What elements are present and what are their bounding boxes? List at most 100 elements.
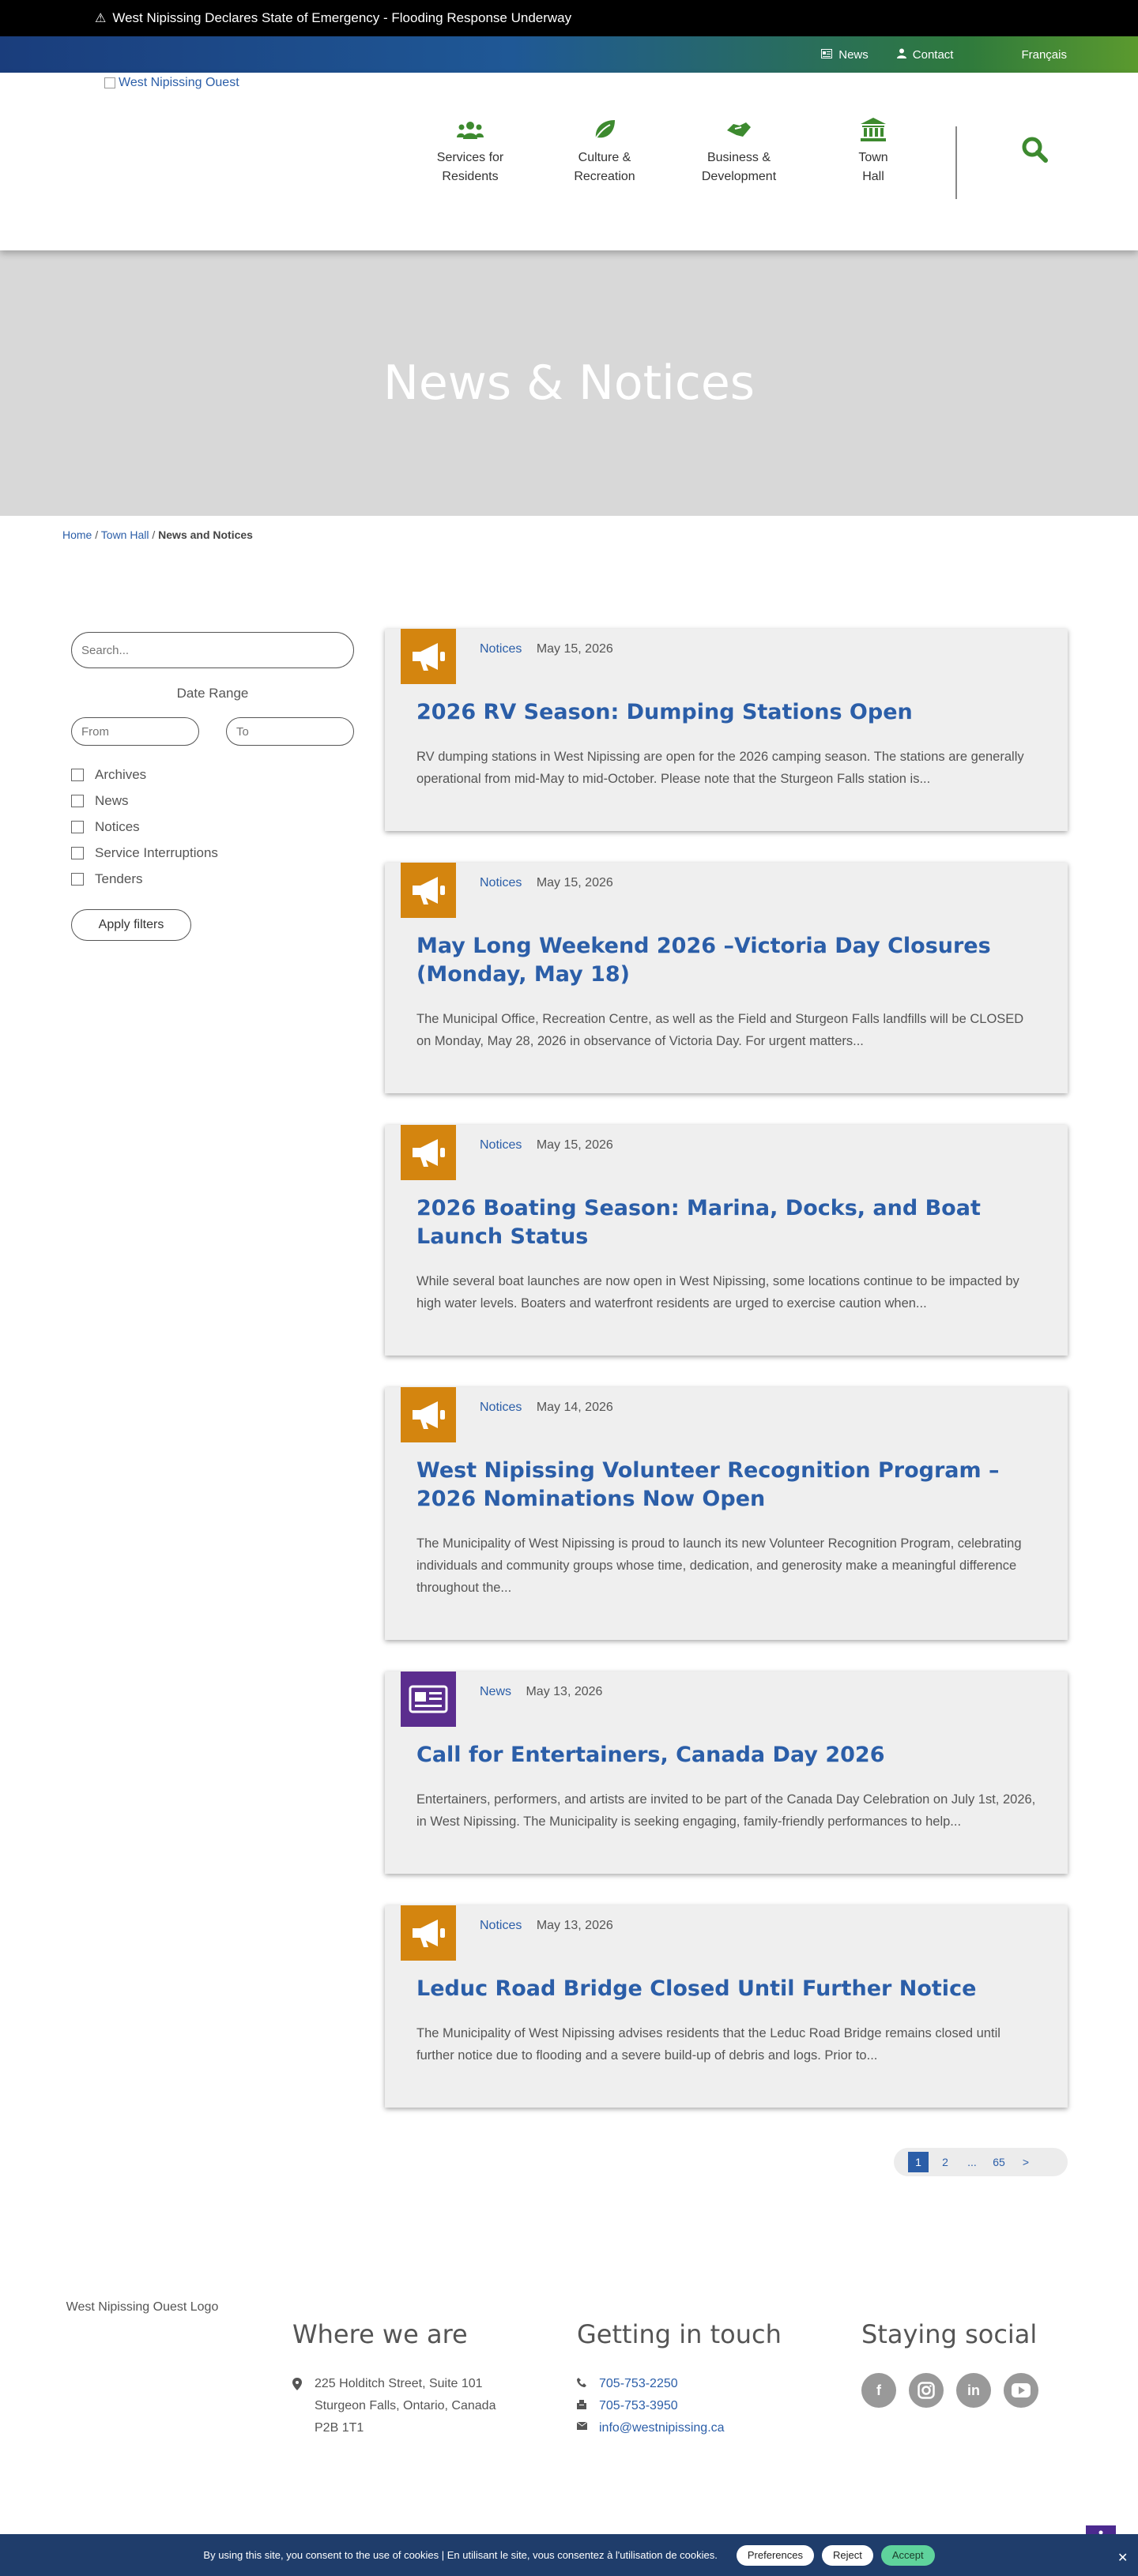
leaf-icon [537,114,672,145]
checkbox[interactable] [71,846,84,859]
cookie-preferences-button[interactable]: Preferences [736,2544,814,2566]
page-hero: News & Notices [0,250,1138,516]
news-card[interactable]: Notices May 15, 2026 2026 Boating Season… [385,1125,1068,1356]
page-2[interactable]: 2 [935,2152,955,2172]
cookie-accept-button[interactable]: Accept [880,2544,935,2566]
cookie-reject-button[interactable]: Reject [821,2544,873,2566]
search-icon [1021,137,1048,166]
alert-text: West Nipissing Declares State of Emergen… [112,10,572,25]
filter-tenders[interactable]: Tenders [71,866,354,892]
card-excerpt: While several boat launches are now open… [416,1274,1019,1311]
utility-bar: News Contact Français [0,36,1138,73]
apply-filters-button[interactable]: Apply filters [71,909,191,941]
category-filters: Archives News Notices Service Interrupti… [71,762,354,892]
card-category[interactable]: Notices [480,1401,522,1414]
card-category[interactable]: Notices [480,642,522,656]
checkbox[interactable] [71,872,84,886]
card-excerpt: RV dumping stations in West Nipissing ar… [416,750,1024,786]
linkedin-icon[interactable]: in [956,2373,991,2408]
breadcrumb-town-hall[interactable]: Town Hall [101,528,149,541]
news-card[interactable]: Notices May 14, 2026 West Nipissing Volu… [385,1387,1068,1640]
date-to-input[interactable] [226,717,354,746]
nav-town-hall[interactable]: Town Hall [806,114,940,186]
broken-image-icon [104,77,115,88]
card-excerpt: Entertainers, performers, and artists ar… [416,1792,1036,1829]
date-from-input[interactable] [71,717,199,746]
people-icon [403,114,537,145]
address-line-2: Sturgeon Falls, Ontario, Canada [315,2399,496,2412]
newspaper-icon [401,1672,456,1727]
instagram-icon[interactable] [909,2373,944,2408]
news-card[interactable]: Notices May 13, 2026 Leduc Road Bridge C… [385,1905,1068,2108]
card-category[interactable]: Notices [480,876,522,889]
search-button[interactable] [1021,136,1048,167]
footer-contact-title: Getting in touch [577,2319,782,2349]
checkbox[interactable] [71,768,84,781]
footer-where-title: Where we are [292,2319,468,2349]
card-meta: News May 13, 2026 [480,1685,602,1699]
phone-icon [577,2373,599,2395]
filter-archives[interactable]: Archives [71,762,354,788]
card-date: May 13, 2026 [536,1919,613,1932]
news-link[interactable]: News [821,48,869,62]
page-last[interactable]: 65 [989,2152,1009,2172]
site-logo[interactable]: West Nipissing Ouest [104,76,239,90]
checkbox[interactable] [71,794,84,807]
filter-service-interruptions[interactable]: Service Interruptions [71,840,354,866]
fax-link[interactable]: 705-753-3950 [599,2395,678,2417]
news-card[interactable]: Notices May 15, 2026 May Long Weekend 20… [385,863,1068,1093]
card-category[interactable]: News [480,1685,511,1698]
card-date: May 15, 2026 [536,1138,613,1152]
language-toggle[interactable]: Français [1021,48,1067,62]
filter-notices[interactable]: Notices [71,814,354,840]
card-meta: Notices May 14, 2026 [480,1401,613,1415]
town-hall-icon [806,114,940,145]
breadcrumb-current: News and Notices [158,528,253,541]
youtube-icon[interactable] [1004,2373,1038,2408]
card-category[interactable]: Notices [480,1138,522,1152]
date-range-label: Date Range [176,686,249,701]
newspaper-icon [821,48,833,61]
facebook-icon[interactable]: f [861,2373,896,2408]
pagination: 1 2 ... 65 > [894,2148,1068,2176]
filter-news[interactable]: News [71,788,354,814]
news-list: Notices May 15, 2026 2026 RV Season: Dum… [385,629,1068,2139]
megaphone-icon [401,1125,456,1180]
breadcrumb: Home / Town Hall / News and Notices [62,528,253,541]
nav-services-for-residents[interactable]: Services for Residents [403,114,537,186]
card-excerpt: The Municipality of West Nipissing is pr… [416,1536,1022,1595]
checkbox[interactable] [71,820,84,833]
map-pin-icon [292,2373,315,2439]
breadcrumb-home[interactable]: Home [62,528,92,541]
emergency-alert-bar[interactable]: ⚠ West Nipissing Declares State of Emerg… [0,0,1138,36]
footer-logo[interactable]: West Nipissing Ouest Logo [59,2297,225,2318]
handshake-icon [672,114,806,145]
card-date: May 15, 2026 [536,876,613,889]
card-meta: Notices May 15, 2026 [480,876,613,890]
card-meta: Notices May 13, 2026 [480,1919,613,1933]
card-meta: Notices May 15, 2026 [480,642,613,656]
megaphone-icon [401,1387,456,1442]
page-next[interactable]: > [1016,2152,1036,2172]
card-excerpt: The Municipality of West Nipissing advis… [416,2026,1000,2063]
contact-link[interactable]: Contact [896,48,953,62]
nav-business-development[interactable]: Business & Development [672,114,806,186]
card-date: May 13, 2026 [526,1685,603,1698]
news-card[interactable]: News May 13, 2026 Call for Entertainers,… [385,1672,1068,1874]
footer-social-title: Staying social [861,2319,1038,2349]
cookie-consent-bar: By using this site, you consent to the u… [0,2534,1138,2576]
email-link[interactable]: info@westnipissing.ca [599,2417,725,2439]
cookie-text: By using this site, you consent to the u… [203,2549,718,2561]
user-icon [896,48,906,61]
phone-link[interactable]: 705-753-2250 [599,2373,678,2395]
card-meta: Notices May 15, 2026 [480,1138,613,1153]
search-input[interactable] [71,632,354,668]
nav-divider [955,126,957,199]
card-excerpt: The Municipal Office, Recreation Centre,… [416,1012,1024,1048]
close-icon[interactable]: ✕ [1117,2550,1128,2566]
page-1[interactable]: 1 [908,2152,929,2172]
news-card[interactable]: Notices May 15, 2026 2026 RV Season: Dum… [385,629,1068,831]
filter-sidebar: Date Range Archives News Notices Service… [71,632,354,941]
card-category[interactable]: Notices [480,1919,522,1932]
nav-culture-recreation[interactable]: Culture & Recreation [537,114,672,186]
